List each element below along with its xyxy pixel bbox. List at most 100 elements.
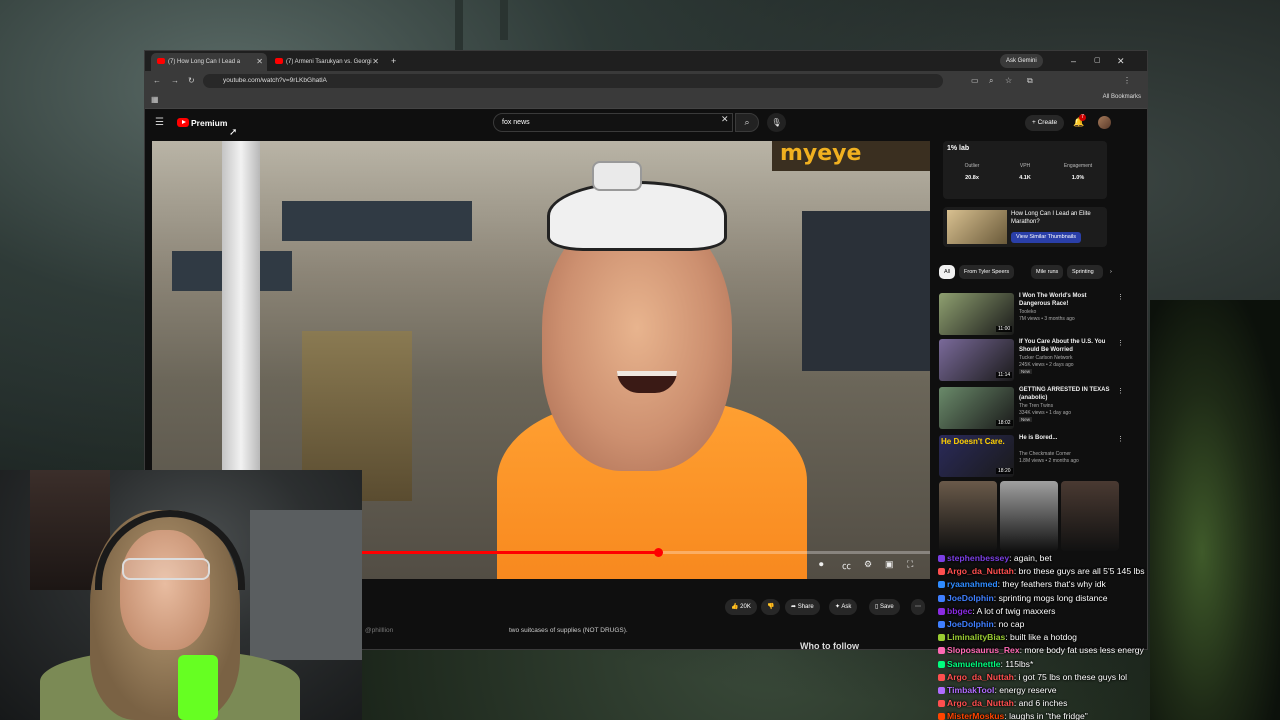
youtube-logo[interactable]: Premium [177, 118, 227, 128]
chat-text: : laughs in "the fridge" [1004, 711, 1088, 720]
chat-username[interactable]: Argo_da_Nuttah [947, 566, 1014, 576]
ask-button[interactable]: ✦ Ask [829, 599, 858, 615]
save-button[interactable]: ▯ Save [869, 599, 900, 615]
account-avatar[interactable] [1098, 116, 1111, 129]
channel-handle[interactable]: @philllion [365, 627, 393, 634]
fullscreen-icon[interactable]: ⛶ [907, 559, 913, 570]
extension-stats-card: 1% lab Outlier 20.8x VPH 4.1K Engagement 1.… [943, 141, 1107, 199]
extensions-icon[interactable]: ⧉ [1027, 74, 1033, 88]
more-actions-icon[interactable]: ⋯ [911, 599, 925, 615]
close-window-icon[interactable]: ✕ [1117, 51, 1125, 71]
related-video[interactable]: 18:02 GETTING ARRESTED IN TEXAS (anaboli… [939, 387, 1124, 431]
chat-username[interactable]: stephenbessey [947, 553, 1009, 563]
close-tab-icon[interactable]: ✕ [256, 53, 263, 71]
chat-badge-icon [938, 647, 945, 655]
settings-gear-icon[interactable]: ⚙ [864, 559, 872, 570]
related-video[interactable]: 11:14 If You Care About the U.S. You Sho… [939, 339, 1124, 383]
reload-icon[interactable]: ↻ [188, 74, 195, 88]
chat-text: : built like a hotdog [1005, 632, 1077, 643]
chat-username[interactable]: ryaanahmed [947, 579, 998, 589]
chat-message: stephenbessey: again, bet [938, 552, 1280, 565]
chip-mile-runs[interactable]: Mile runs [1031, 265, 1064, 279]
miniplayer-icon[interactable]: ▣ [885, 559, 894, 570]
autoplay-icon[interactable]: ⏺ [819, 559, 824, 570]
url-field[interactable]: youtube.com/watch?v=9rLKbGhatlA [203, 74, 943, 88]
maximize-icon[interactable]: ▢ [1094, 51, 1101, 71]
rec-thumbnail [947, 210, 1007, 244]
search-input[interactable]: fox news [493, 113, 733, 132]
chat-username[interactable]: Sloposaurus_Rex [947, 645, 1020, 655]
short-thumbnail[interactable] [1061, 481, 1119, 551]
create-label: Create [1037, 119, 1058, 126]
video-menu-icon[interactable]: ⋮ [1117, 435, 1124, 443]
forward-icon[interactable]: → [171, 74, 179, 88]
new-tab-icon[interactable]: + [391, 51, 396, 71]
video-menu-icon[interactable]: ⋮ [1117, 293, 1124, 301]
related-video[interactable]: 11:00 I Won The World's Most Dangerous R… [939, 293, 1124, 337]
chat-username[interactable]: MisterMoskus [947, 711, 1004, 720]
minimize-icon[interactable]: – [1071, 51, 1076, 71]
video-title: He is Bored... [1019, 435, 1058, 441]
share-label: Share [797, 604, 814, 610]
chip-all[interactable]: All [939, 265, 956, 279]
chat-text: : they feathers that's why idk [997, 579, 1106, 590]
zoom-icon[interactable]: ⌕ [989, 74, 993, 88]
like-button[interactable]: 👍 20K [725, 599, 757, 615]
chevron-right-icon[interactable]: › [1105, 265, 1117, 279]
bookmark-star-icon[interactable]: ☆ [1005, 74, 1012, 88]
chat-badge-icon [938, 634, 945, 642]
share-button[interactable]: ➦ Share [785, 599, 820, 615]
scrubber-handle[interactable] [653, 548, 663, 557]
ask-gemini-button[interactable]: Ask Gemini [1000, 54, 1043, 68]
video-menu-icon[interactable]: ⋮ [1117, 387, 1124, 395]
chat-username[interactable]: Argo_da_Nuttah [947, 672, 1014, 682]
search-button[interactable]: ⌕ [735, 113, 759, 132]
hamburger-menu-icon[interactable]: ☰ [155, 116, 164, 130]
chat-username[interactable]: bbgec [947, 606, 972, 616]
captions-icon[interactable]: ㏄ [842, 559, 851, 572]
apps-grid-icon[interactable]: ▦ [151, 93, 159, 107]
chat-message: Samuelnettle: 115lbs* [938, 658, 1280, 671]
stat-outlier: Outlier 20.8x [964, 163, 980, 181]
video-title: I Won The World's Most Dangerous Race! [1019, 293, 1087, 307]
logo-label: Premium [191, 118, 228, 128]
chat-badge-icon [938, 581, 945, 589]
search-icon: ⌕ [744, 117, 750, 127]
browser-menu-icon[interactable]: ⋮ [1123, 74, 1131, 88]
background-tree [455, 0, 463, 50]
close-tab-icon[interactable]: ✕ [372, 53, 379, 71]
chip-sprinting[interactable]: Sprinting [1067, 265, 1103, 279]
chat-username[interactable]: TimbakTool [947, 685, 994, 695]
video-meta: 334K views • 1 day ago [1019, 410, 1072, 416]
chip-from-channel[interactable]: From Tyler Speers [959, 265, 1015, 279]
video-meta: 245K views • 2 days ago [1019, 362, 1074, 368]
chat-text: : again, bet [1009, 553, 1052, 563]
short-thumbnail[interactable] [939, 481, 997, 551]
dislike-button[interactable]: 👎 [761, 599, 781, 615]
chat-username[interactable]: JoeDolphin [947, 593, 994, 603]
video-title: If You Care About the U.S. You Should Be… [1019, 339, 1106, 353]
video-menu-icon[interactable]: ⋮ [1117, 339, 1124, 347]
cast-icon[interactable]: ▭ [971, 74, 979, 88]
stream-chat: stephenbessey: again, bet Argo_da_Nuttah:… [938, 552, 1280, 720]
chat-username[interactable]: JoeDolphin [947, 619, 994, 629]
back-icon[interactable]: ← [153, 74, 161, 88]
new-badge: New [1019, 417, 1033, 422]
chat-username[interactable]: Samuelnettle [947, 659, 1001, 669]
chat-username[interactable]: LiminalityBias [947, 632, 1005, 642]
clear-search-icon[interactable]: ✕ [721, 114, 729, 125]
thumbs-down-icon: 👎 [767, 604, 775, 610]
short-thumbnail[interactable] [1000, 481, 1058, 551]
chat-username[interactable]: Argo_da_Nuttah [947, 698, 1014, 708]
chat-text: : 115lbs* [1000, 658, 1034, 669]
view-similar-button[interactable]: View Similar Thumbnails [1011, 232, 1082, 243]
video-duration: 11:14 [996, 372, 1013, 378]
tab-inactive[interactable]: (7) Armeni Tsarukyan vs. Georgi ✕ [269, 53, 383, 71]
create-button[interactable]: + Create [1025, 115, 1065, 131]
green-microphone [178, 655, 218, 720]
video-channel: The Checkmate Corner [1019, 451, 1071, 457]
tab-active[interactable]: (7) How Long Can I Lead a ✕ [151, 53, 267, 71]
voice-search-icon[interactable]: 🎙 [767, 113, 786, 132]
related-video[interactable]: He Doesn't Care. 18:20 He is Bored... Th… [939, 435, 1124, 479]
all-bookmarks[interactable]: All Bookmarks [1103, 94, 1141, 100]
